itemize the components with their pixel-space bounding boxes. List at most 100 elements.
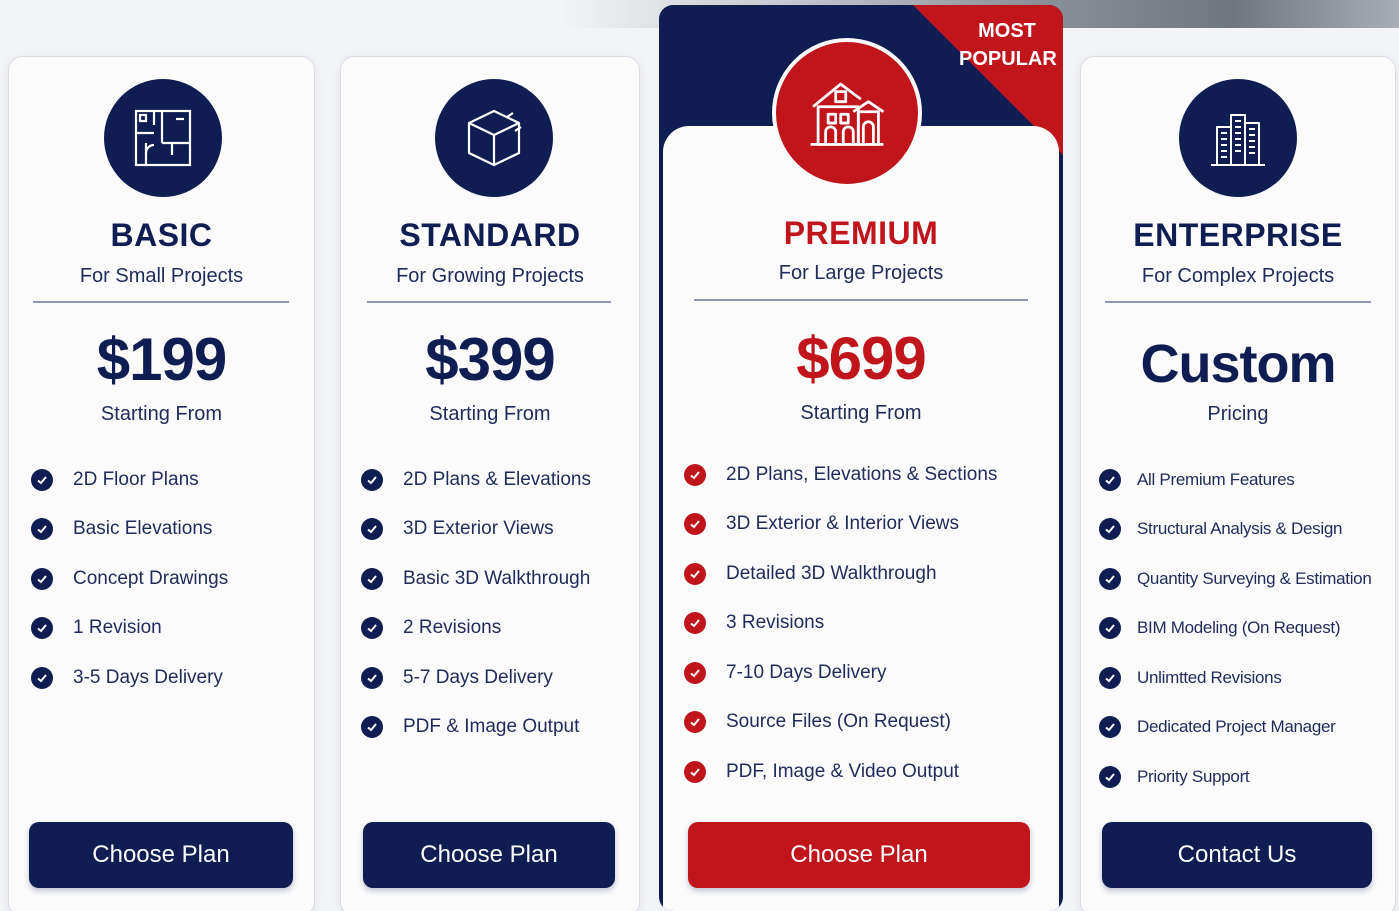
check-icon — [361, 468, 383, 491]
check-icon — [361, 518, 383, 541]
check-icon — [361, 716, 383, 739]
feature-item: 2D Plans, Elevations & Sections — [684, 450, 997, 500]
price-note: Pricing — [1207, 403, 1269, 425]
feature-label: Concept Drawings — [73, 567, 229, 589]
plan-card-basic: BASIC For Small Projects $199 Starting F… — [8, 56, 315, 911]
plan-card-enterprise: ENTERPRISE For Complex Projects Custom P… — [1080, 56, 1396, 911]
feature-label: Structural Analysis & Design — [1137, 519, 1343, 539]
check-icon — [31, 666, 53, 689]
feature-list: 2D Plans, Elevations & Sections 3D Exter… — [684, 450, 997, 797]
check-icon — [684, 513, 706, 536]
plan-subtitle: For Growing Projects — [396, 265, 584, 287]
feature-label: PDF & Image Output — [403, 716, 580, 738]
plan-price: $199 — [96, 326, 227, 393]
badge-line: MOST — [978, 20, 1036, 42]
plan-card-premium: MOST POPULAR PREMIUM For Large Projects … — [659, 5, 1063, 911]
check-icon — [684, 612, 706, 635]
check-icon — [31, 468, 53, 491]
divider — [1105, 301, 1371, 303]
feature-label: 2D Floor Plans — [73, 468, 199, 490]
contact-us-button[interactable]: Contact Us — [1102, 822, 1372, 888]
check-icon — [1099, 518, 1121, 541]
cube-icon — [435, 79, 553, 197]
feature-label: 2 Revisions — [403, 617, 502, 639]
plan-name: PREMIUM — [783, 215, 939, 251]
plan-subtitle: For Large Projects — [778, 262, 944, 284]
feature-item: Priority Support — [1099, 752, 1371, 802]
plan-price: $399 — [425, 326, 555, 393]
feature-label: PDF, Image & Video Output — [726, 760, 960, 782]
feature-label: 3D Exterior & Interior Views — [726, 513, 960, 535]
most-popular-badge: MOST POPULAR — [959, 17, 1057, 73]
feature-label: 2D Plans & Elevations — [403, 468, 591, 490]
feature-label: Unlimtted Revisions — [1137, 667, 1282, 687]
feature-item: PDF & Image Output — [361, 703, 591, 753]
feature-label: 7-10 Days Delivery — [726, 661, 887, 683]
feature-list: 2D Floor Plans Basic Elevations Concept … — [31, 455, 228, 703]
feature-item: 3 Revisions — [684, 599, 997, 649]
price-note: Starting From — [800, 402, 922, 424]
check-icon — [31, 518, 53, 541]
feature-label: 5-7 Days Delivery — [403, 666, 553, 688]
check-icon — [1099, 567, 1121, 590]
feature-item: Detailed 3D Walkthrough — [684, 549, 997, 599]
plan-subtitle: For Complex Projects — [1141, 265, 1335, 287]
plan-price: $699 — [796, 325, 926, 392]
feature-label: Quantity Surveying & Estimation — [1137, 568, 1372, 588]
feature-item: Structural Analysis & Design — [1099, 505, 1371, 555]
check-icon — [361, 617, 383, 640]
feature-item: PDF, Image & Video Output — [684, 747, 997, 797]
house-icon — [772, 38, 922, 188]
check-icon — [1099, 617, 1121, 640]
feature-label: 1 Revision — [73, 617, 162, 639]
check-icon — [684, 463, 706, 486]
check-icon — [684, 562, 706, 585]
feature-label: 2D Plans, Elevations & Sections — [726, 463, 998, 485]
price-note: Starting From — [429, 403, 551, 425]
feature-item: 2D Floor Plans — [31, 455, 228, 505]
feature-item: 3D Exterior Views — [361, 505, 591, 555]
choose-plan-button[interactable]: Choose Plan — [29, 822, 293, 888]
plan-card-standard: STANDARD For Growing Projects $399 Start… — [340, 56, 640, 911]
check-icon — [684, 661, 706, 684]
feature-item: 3D Exterior & Interior Views — [684, 500, 997, 550]
feature-item: 7-10 Days Delivery — [684, 648, 997, 698]
feature-item: Basic 3D Walkthrough — [361, 554, 591, 604]
feature-label: BIM Modeling (On Request) — [1137, 618, 1341, 638]
feature-label: Basic Elevations — [73, 518, 213, 540]
choose-plan-button[interactable]: Choose Plan — [363, 822, 615, 888]
check-icon — [361, 666, 383, 689]
check-icon — [1099, 666, 1121, 689]
feature-item: Unlimtted Revisions — [1099, 653, 1371, 703]
feature-label: 3 Revisions — [726, 612, 825, 634]
badge-line: POPULAR — [959, 48, 1057, 70]
feature-item: 2D Plans & Elevations — [361, 455, 591, 505]
divider — [694, 299, 1028, 301]
check-icon — [684, 760, 706, 783]
feature-label: Priority Support — [1137, 766, 1250, 786]
feature-label: 3-5 Days Delivery — [73, 666, 223, 688]
floor-plan-icon — [104, 79, 222, 197]
feature-item: Source Files (On Request) — [684, 698, 997, 748]
feature-label: Detailed 3D Walkthrough — [726, 562, 937, 584]
feature-item: 5-7 Days Delivery — [361, 653, 591, 703]
feature-item: Dedicated Project Manager — [1099, 703, 1371, 753]
feature-label: All Premium Features — [1137, 469, 1295, 489]
office-building-icon — [1179, 79, 1297, 197]
feature-item: All Premium Features — [1099, 455, 1371, 505]
feature-item: Concept Drawings — [31, 554, 228, 604]
feature-label: Dedicated Project Manager — [1137, 717, 1336, 737]
feature-item: 2 Revisions — [361, 604, 591, 654]
plan-price: Custom — [1140, 334, 1337, 394]
feature-item: 3-5 Days Delivery — [31, 653, 228, 703]
divider — [367, 301, 611, 303]
plan-name: BASIC — [110, 217, 213, 253]
plan-name: STANDARD — [399, 217, 581, 253]
feature-item: BIM Modeling (On Request) — [1099, 604, 1371, 654]
check-icon — [31, 567, 53, 590]
choose-plan-button[interactable]: Choose Plan — [688, 822, 1030, 888]
feature-label: Source Files (On Request) — [726, 711, 951, 733]
plan-name: ENTERPRISE — [1133, 217, 1343, 253]
check-icon — [1099, 468, 1121, 491]
check-icon — [1099, 765, 1121, 788]
